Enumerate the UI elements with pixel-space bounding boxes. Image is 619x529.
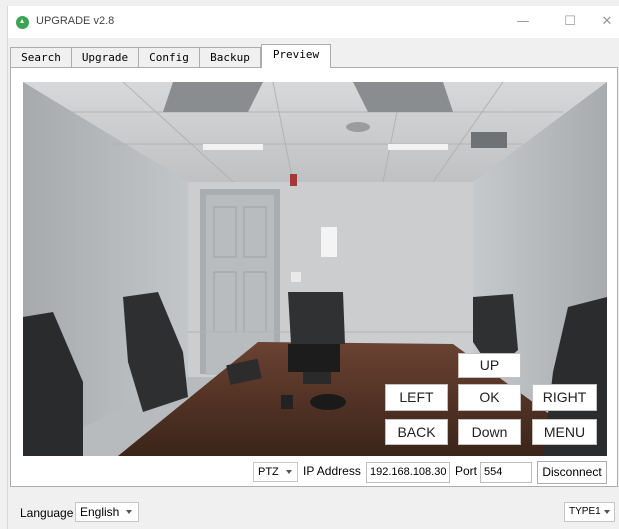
ptz-right-button[interactable]: RIGHT bbox=[532, 384, 597, 411]
type-value: TYPE1 bbox=[569, 506, 601, 517]
language-select[interactable]: English bbox=[75, 502, 139, 522]
ptz-back-button[interactable]: BACK bbox=[385, 419, 448, 445]
ptz-left-button[interactable]: LEFT bbox=[385, 384, 448, 411]
ptz-down-button[interactable]: Down bbox=[458, 419, 521, 445]
title-bar: UPGRADE v2.8 — ☐ ✕ bbox=[8, 6, 619, 38]
window-title: UPGRADE v2.8 bbox=[36, 15, 115, 27]
tab-config[interactable]: Config bbox=[138, 47, 200, 67]
upload-arrow-icon bbox=[16, 16, 29, 29]
close-button[interactable]: ✕ bbox=[592, 11, 619, 33]
ptz-up-button[interactable]: UP bbox=[458, 353, 521, 378]
ip-address-input[interactable]: 192.168.108.30 bbox=[366, 462, 450, 483]
tab-preview[interactable]: Preview bbox=[261, 44, 331, 68]
chevron-down-icon bbox=[604, 510, 610, 514]
language-label: Language bbox=[20, 506, 74, 520]
chevron-down-icon bbox=[286, 470, 292, 474]
type-select[interactable]: TYPE1 bbox=[564, 502, 615, 522]
ptz-ok-button[interactable]: OK bbox=[458, 384, 521, 411]
tab-backup[interactable]: Backup bbox=[199, 47, 261, 67]
language-value: English bbox=[80, 505, 120, 519]
tab-search[interactable]: Search bbox=[10, 47, 72, 67]
disconnect-button[interactable]: Disconnect bbox=[537, 461, 607, 484]
ptz-menu-button[interactable]: MENU bbox=[532, 419, 597, 445]
minimize-button[interactable]: — bbox=[508, 11, 538, 33]
ptz-mode-value: PTZ bbox=[258, 466, 279, 478]
tab-upgrade[interactable]: Upgrade bbox=[71, 47, 139, 67]
ptz-mode-select[interactable]: PTZ bbox=[253, 462, 298, 482]
port-label: Port bbox=[455, 464, 478, 478]
ip-address-label: IP Address bbox=[303, 464, 361, 478]
maximize-button[interactable]: ☐ bbox=[555, 11, 585, 33]
chevron-down-icon bbox=[126, 510, 132, 514]
port-input[interactable]: 554 bbox=[480, 462, 532, 483]
